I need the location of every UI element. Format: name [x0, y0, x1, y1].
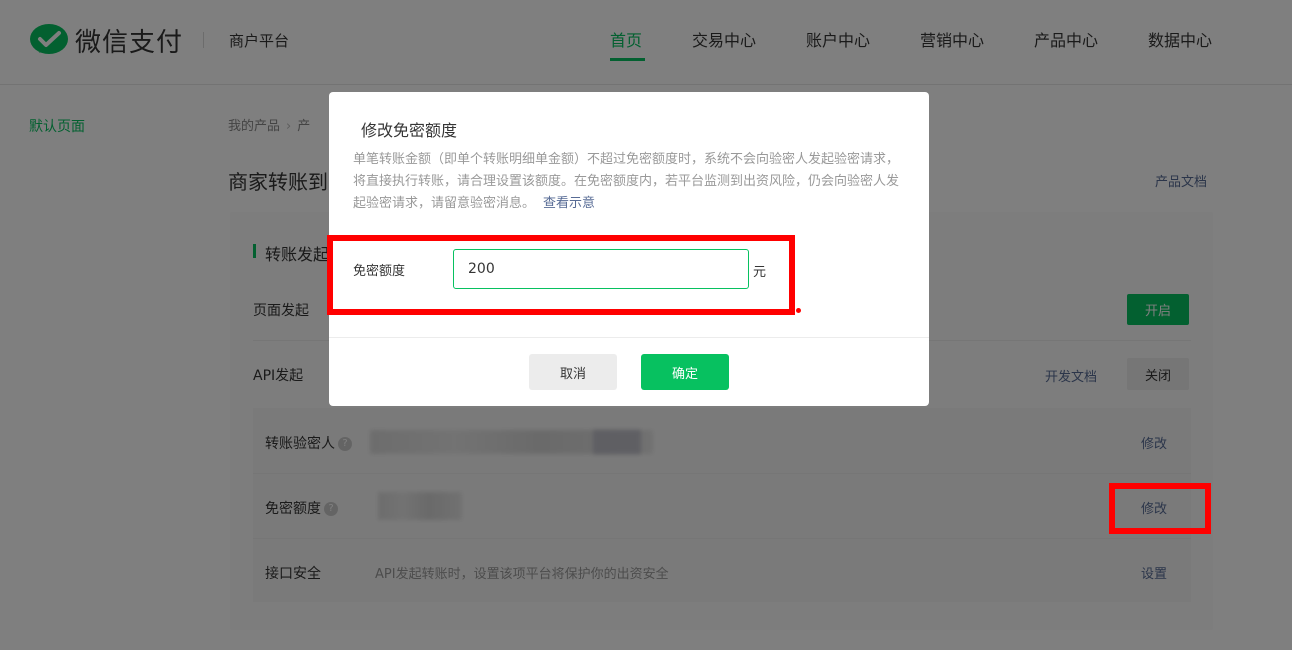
- confirm-button[interactable]: 确定: [641, 354, 729, 390]
- dialog-description: 单笔转账金额（即单个转账明细单金额）不超过免密额度时，系统不会向验密人发起验密请…: [353, 149, 906, 215]
- cancel-button[interactable]: 取消: [529, 354, 617, 390]
- dialog-description-text: 单笔转账金额（即单个转账明细单金额）不超过免密额度时，系统不会向验密人发起验密请…: [353, 152, 900, 211]
- dialog-divider: [329, 337, 929, 338]
- highlight-box-limit-field: [327, 235, 795, 315]
- dialog-title: 修改免密额度: [361, 121, 458, 140]
- highlight-box-edit-link: [1109, 483, 1211, 534]
- view-example-link[interactable]: 查看示意: [543, 196, 595, 211]
- highlight-marker-dot: [796, 308, 801, 313]
